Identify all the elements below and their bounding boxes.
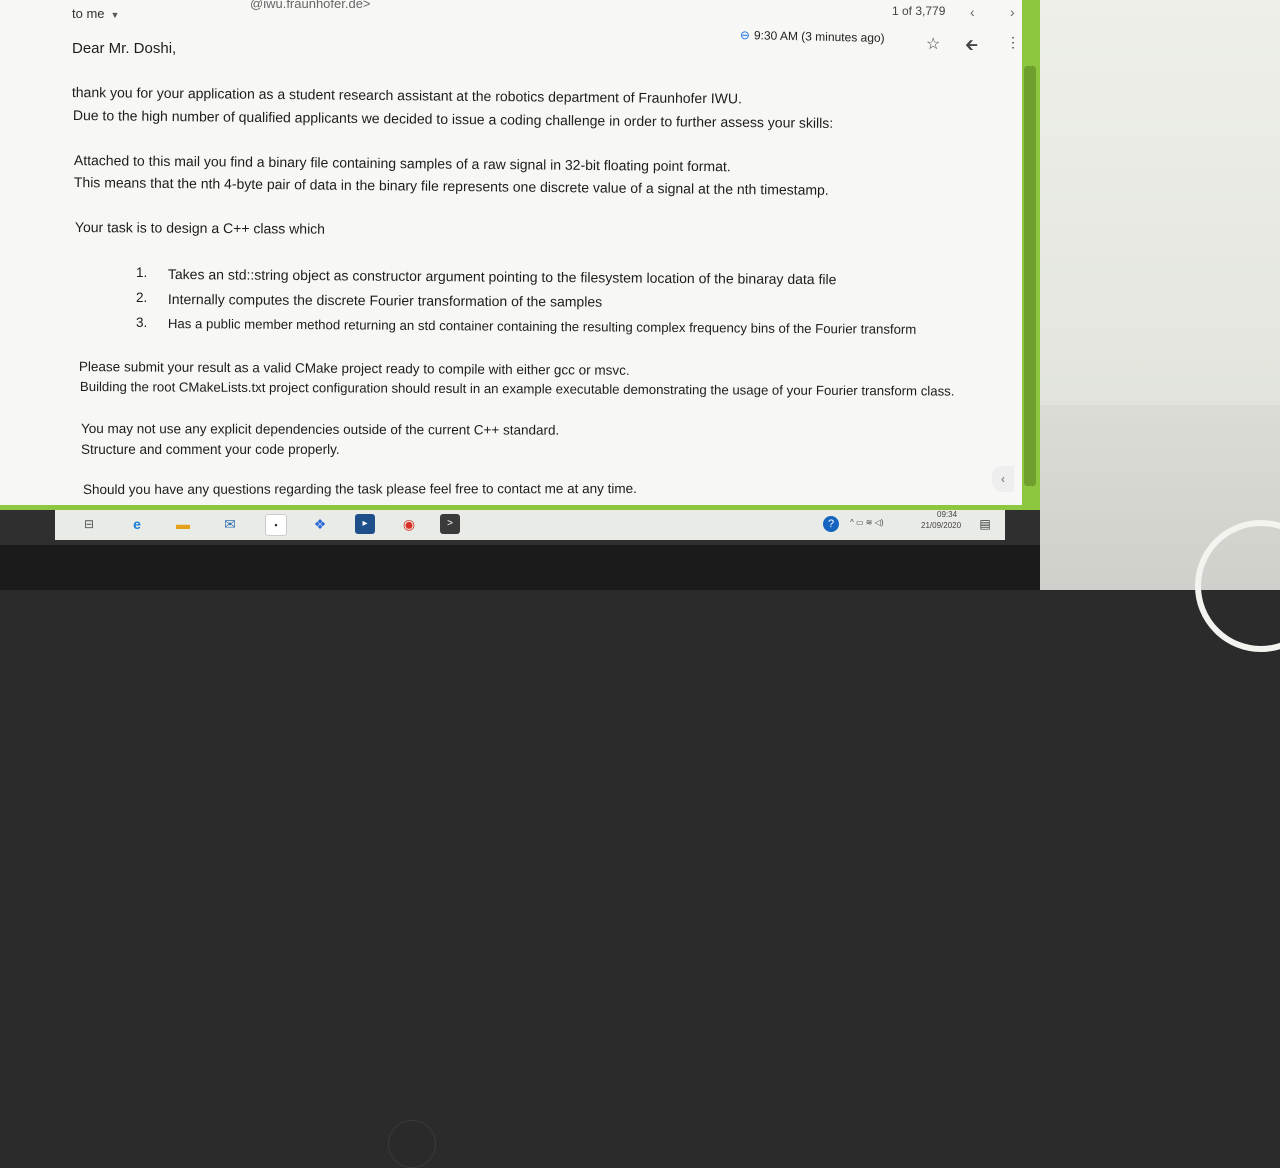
recipient-dropdown[interactable]: to me ▼ <box>72 6 119 21</box>
more-options-icon[interactable]: ⋮ <box>1006 34 1020 51</box>
list-number: 2. <box>136 290 148 305</box>
paragraph-line: This means that the nth 4-byte pair of d… <box>73 174 829 198</box>
paragraph-line: You may not use any explicit dependencie… <box>80 421 560 438</box>
help-icon[interactable]: ? <box>823 516 839 532</box>
file-explorer-icon[interactable]: ▬ <box>173 514 193 534</box>
taskbar-date[interactable]: 21/09/2020 <box>921 521 961 530</box>
recipient-label: to me <box>72 6 105 21</box>
previous-message-icon[interactable]: ‹ <box>970 4 975 20</box>
list-text: Has a public member method returning an … <box>167 316 917 337</box>
list-number: 3. <box>136 315 148 330</box>
task-view-icon[interactable]: ⊟ <box>79 514 99 534</box>
list-number: 1. <box>136 265 148 280</box>
timestamp-text: 9:30 AM (3 minutes ago) <box>753 28 885 46</box>
paragraph-line: Attached to this mail you find a binary … <box>73 152 731 175</box>
paragraph-line: thank you for your application as a stud… <box>71 84 743 107</box>
side-panel-toggle-icon[interactable]: ‹ <box>992 466 1014 492</box>
edge-browser-icon[interactable]: e <box>127 514 147 534</box>
laptop-screen: @iwu.fraunhofer.de> to me ▼ 1 of 3,779 ‹ … <box>0 0 1040 545</box>
laptop-bezel <box>0 545 1040 1168</box>
sender-address: @iwu.fraunhofer.de> <box>250 0 371 11</box>
task-intro: Your task is to design a C++ class which <box>74 219 326 237</box>
greeting: Dear Mr. Doshi, <box>72 40 177 57</box>
attachment-icon: ⊖ <box>739 28 751 43</box>
taskbar: ⊟ e ▬ ✉ ▪ ❖ ▸ ◉ > ? ^ ▭ ≋ ◁) 09:34 21/09… <box>55 510 1005 540</box>
chrome-icon[interactable]: ◉ <box>399 514 419 534</box>
taskbar-time[interactable]: 09:34 <box>937 510 957 519</box>
paragraph-line: Please submit your result as a valid CMa… <box>78 359 630 378</box>
laptop-logo <box>388 1120 436 1168</box>
dropbox-icon[interactable]: ❖ <box>310 514 330 534</box>
list-text: Internally computes the discrete Fourier… <box>167 291 603 310</box>
star-icon[interactable]: ☆ <box>926 34 940 54</box>
paragraph-line: Should you have any questions regarding … <box>83 481 637 497</box>
scrollbar[interactable] <box>1024 66 1036 486</box>
reply-icon[interactable]: 🡰 <box>965 34 978 61</box>
chevron-down-icon[interactable]: ▼ <box>111 10 120 20</box>
next-message-icon[interactable]: › <box>1010 4 1015 20</box>
email-view: @iwu.fraunhofer.de> to me ▼ 1 of 3,779 ‹ … <box>0 0 1022 505</box>
paragraph-line: Structure and comment your code properly… <box>81 442 340 457</box>
paragraph-line: Due to the high number of qualified appl… <box>72 107 834 131</box>
mail-icon[interactable]: ✉ <box>220 514 240 534</box>
app-icon[interactable]: ▸ <box>355 514 375 534</box>
terminal-icon[interactable]: > <box>440 514 460 534</box>
message-count: 1 of 3,779 <box>892 4 946 18</box>
system-tray-icons[interactable]: ^ ▭ ≋ ◁) <box>850 518 884 527</box>
paragraph-line: Building the root CMakeLists.txt project… <box>79 379 955 399</box>
list-text: Takes an std::string object as construct… <box>167 266 837 288</box>
timestamp: ⊖ 9:30 AM (3 minutes ago) <box>740 28 885 45</box>
store-icon[interactable]: ▪ <box>265 514 287 536</box>
notification-icon[interactable]: ▤ <box>975 514 995 534</box>
